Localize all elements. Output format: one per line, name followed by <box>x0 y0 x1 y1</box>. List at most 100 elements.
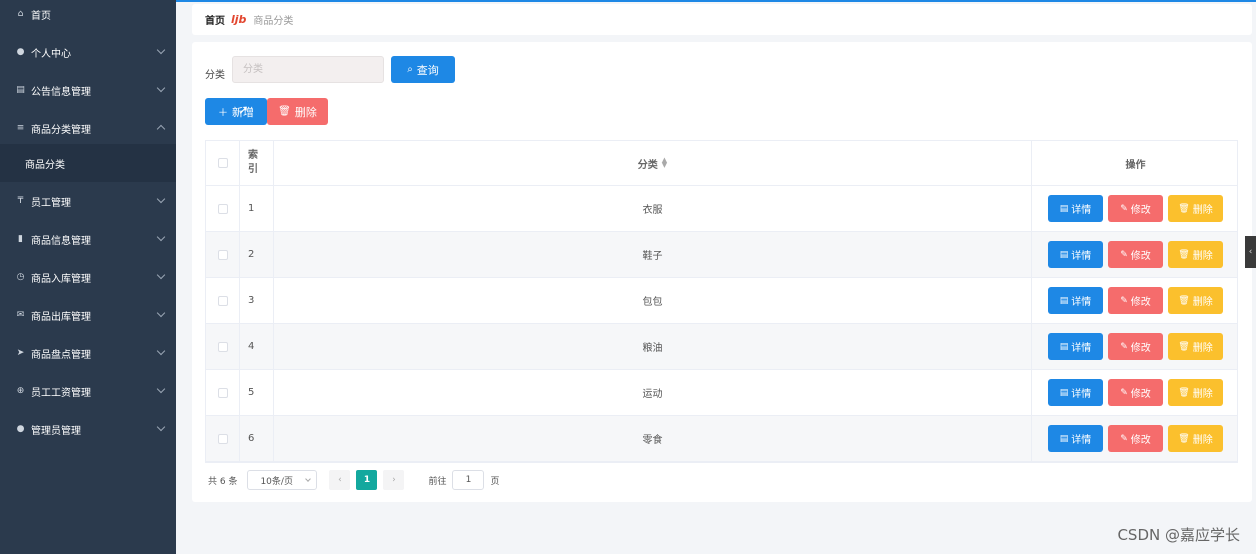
breadcrumb-home[interactable]: 首页 <box>205 12 225 27</box>
chevron-down-icon <box>156 270 166 280</box>
pencil-icon: ✎ <box>1120 341 1128 352</box>
sidebar-item-stock-in[interactable]: ◷ 商品入库管理 <box>0 258 176 296</box>
detail-button[interactable]: ▤ 详情 <box>1048 241 1103 268</box>
row-index: 6 <box>240 416 274 461</box>
sidebar-subitem-category[interactable]: 商品分类 <box>0 144 176 182</box>
sidebar-item-stock-out[interactable]: ✉ 商品出库管理 <box>0 296 176 334</box>
sidebar-item-employee-management[interactable]: ₸ 员工管理 <box>0 182 176 220</box>
pencil-icon: ✎ <box>1120 387 1128 398</box>
row-checkbox[interactable] <box>217 203 228 214</box>
row-actions: ▤ 详情 ✎ 修改 🗑 删除 <box>1032 186 1239 231</box>
row-checkbox[interactable] <box>217 387 228 398</box>
edit-button-label: 修改 <box>1130 343 1151 354</box>
pencil-icon: ✎ <box>1120 433 1128 444</box>
trash-icon: 🗑 <box>1178 203 1190 214</box>
watermark: CSDN @嘉应学长 <box>1117 526 1240 544</box>
row-select-cell <box>206 416 240 461</box>
edit-button[interactable]: ✎ 修改 <box>1108 195 1163 222</box>
detail-button[interactable]: ▤ 详情 <box>1048 379 1103 406</box>
select-all-checkbox[interactable] <box>217 158 228 168</box>
pencil-icon: ✎ <box>1120 295 1128 306</box>
document-icon: ▤ <box>1059 341 1069 352</box>
chevron-left-icon: ‹ <box>1248 247 1253 257</box>
detail-button-label: 详情 <box>1071 251 1092 262</box>
header-category[interactable]: 分类 ▲ ▼ <box>274 141 1032 185</box>
bulk-delete-button[interactable]: 🗑 删除 <box>267 98 328 125</box>
mail-icon: ✉ <box>16 310 25 320</box>
sidebar-item-product-info[interactable]: ▮ 商品信息管理 <box>0 220 176 258</box>
page-size-select[interactable]: 10条/页 <box>247 470 318 490</box>
edit-button-label: 修改 <box>1130 435 1151 446</box>
detail-button[interactable]: ▤ 详情 <box>1048 195 1103 222</box>
chevron-down-icon <box>156 422 166 432</box>
delete-button[interactable]: 🗑 删除 <box>1168 333 1223 360</box>
row-index: 5 <box>240 370 274 415</box>
delete-button[interactable]: 🗑 删除 <box>1168 425 1223 452</box>
row-select-cell <box>206 278 240 323</box>
delete-button[interactable]: 🗑 删除 <box>1168 287 1223 314</box>
pencil-icon: ✎ <box>1120 203 1128 214</box>
detail-button-label: 详情 <box>1071 205 1092 216</box>
delete-button-label: 删除 <box>1192 343 1213 354</box>
delete-button[interactable]: 🗑 删除 <box>1168 195 1223 222</box>
current-page-button[interactable]: 1 <box>356 470 378 490</box>
delete-button[interactable]: 🗑 删除 <box>1168 379 1223 406</box>
add-button[interactable]: ＋ 新增 <box>205 98 267 125</box>
search-label: 分类 <box>205 70 225 81</box>
row-checkbox[interactable] <box>217 295 228 306</box>
globe-icon: ⊕ <box>16 386 25 396</box>
table-row: 1 衣服 ▤ 详情 ✎ 修改 🗑 删除 <box>206 186 1237 232</box>
header-index: 索引 <box>240 141 274 185</box>
chevron-down-icon <box>156 45 166 55</box>
delete-button[interactable]: 🗑 删除 <box>1168 241 1223 268</box>
edit-button[interactable]: ✎ 修改 <box>1108 241 1163 268</box>
row-checkbox[interactable] <box>217 249 228 260</box>
row-checkbox[interactable] <box>217 341 228 352</box>
search-icon: ⌕ <box>407 64 413 75</box>
mouse-cursor-icon: ➚ <box>238 103 249 118</box>
prev-page-button[interactable]: ‹ <box>329 470 351 490</box>
next-page-button[interactable]: › <box>383 470 405 490</box>
sidebar-item-label: 员工工资管理 <box>31 387 91 399</box>
sidebar-item-salary-management[interactable]: ⊕ 员工工资管理 <box>0 372 176 410</box>
header-category-label: 分类 <box>637 159 658 171</box>
row-select-cell <box>206 370 240 415</box>
table-row: 4 粮油 ▤ 详情 ✎ 修改 🗑 删除 <box>206 324 1237 370</box>
category-search-input[interactable] <box>232 56 384 83</box>
edit-button[interactable]: ✎ 修改 <box>1108 333 1163 360</box>
sidebar-item-inventory-check[interactable]: ➤ 商品盘点管理 <box>0 334 176 372</box>
query-button[interactable]: ⌕ 查询 <box>391 56 455 83</box>
row-index: 3 <box>240 278 274 323</box>
edit-button[interactable]: ✎ 修改 <box>1108 379 1163 406</box>
bulk-delete-button-label: 删除 <box>294 105 317 119</box>
row-actions: ▤ 详情 ✎ 修改 🗑 删除 <box>1032 324 1239 369</box>
detail-button[interactable]: ▤ 详情 <box>1048 425 1103 452</box>
document-icon: ▤ <box>1059 387 1069 398</box>
compass-icon: ◷ <box>16 272 25 282</box>
sort-icon[interactable]: ▲ ▼ <box>662 157 667 169</box>
row-checkbox[interactable] <box>217 433 228 444</box>
row-actions: ▤ 详情 ✎ 修改 🗑 删除 <box>1032 370 1239 415</box>
row-select-cell <box>206 324 240 369</box>
breadcrumb-current: 商品分类 <box>253 16 294 27</box>
edit-button[interactable]: ✎ 修改 <box>1108 287 1163 314</box>
detail-button[interactable]: ▤ 详情 <box>1048 287 1103 314</box>
sidebar-item-admin-management[interactable]: ● 管理员管理 <box>0 410 176 448</box>
goto-page-input[interactable] <box>452 470 485 490</box>
edit-button[interactable]: ✎ 修改 <box>1108 425 1163 452</box>
plus-icon: ＋ <box>218 108 228 119</box>
row-select-cell <box>206 186 240 231</box>
sidebar-item-notice-management[interactable]: ▤ 公告信息管理 <box>0 71 176 109</box>
sidebar-item-personal-center[interactable]: ● 个人中心 <box>0 33 176 71</box>
panel-toggle-button[interactable]: ‹ <box>1245 236 1256 268</box>
detail-button[interactable]: ▤ 详情 <box>1048 333 1103 360</box>
row-category: 粮油 <box>274 324 1032 369</box>
sidebar-item-category-management[interactable]: ≡ 商品分类管理 <box>0 109 176 147</box>
chevron-down-icon <box>305 476 312 482</box>
chevron-up-icon <box>156 124 166 134</box>
delete-button-label: 删除 <box>1192 251 1213 262</box>
sidebar-item-label: 首页 <box>31 10 51 22</box>
chevron-down-icon <box>156 232 166 242</box>
sidebar-item-home[interactable]: ⌂ 首页 <box>0 0 176 33</box>
chevron-down-icon <box>156 308 166 318</box>
